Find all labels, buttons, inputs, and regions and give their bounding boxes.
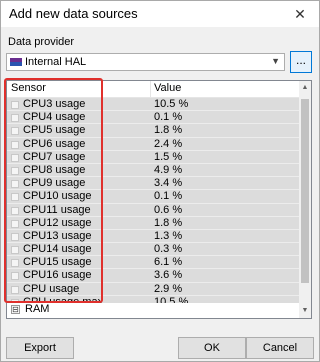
export-button[interactable]: Export [6, 337, 74, 359]
sensor-value: 1.5 % [154, 150, 183, 163]
ram-group-row[interactable]: ⊟ RAM [7, 303, 299, 317]
browse-provider-button[interactable]: ... [290, 51, 312, 73]
ok-button[interactable]: OK [178, 337, 246, 359]
sensor-value: 10.5 % [154, 98, 189, 110]
sensor-value: 0.1 % [154, 111, 183, 124]
data-provider-dropdown[interactable]: Internal HAL ▼ [6, 53, 285, 71]
close-button[interactable]: ✕ [283, 1, 317, 27]
add-data-sources-dialog: Add new data sources ✕ Data provider Int… [0, 0, 320, 362]
column-header-value[interactable]: Value [154, 82, 181, 94]
data-provider-value: Internal HAL [25, 56, 87, 68]
provider-icon [10, 58, 22, 66]
scroll-thumb[interactable] [301, 99, 309, 283]
column-divider[interactable] [150, 81, 151, 97]
chevron-down-icon: ▼ [271, 56, 280, 66]
sensor-value: 1.3 % [154, 229, 183, 242]
collapse-icon[interactable]: ⊟ [11, 305, 20, 314]
highlight-annotation-box [4, 78, 103, 303]
sensor-value: 4.9 % [154, 163, 183, 176]
sensor-value: 2.4 % [154, 137, 183, 150]
sensor-value: 1.8 % [154, 124, 183, 137]
scroll-up-icon[interactable]: ▲ [299, 81, 311, 95]
ram-group-label: RAM [25, 303, 50, 315]
sensor-value: 6.1 % [154, 256, 183, 269]
vertical-scrollbar[interactable]: ▲ ▼ [299, 81, 311, 318]
scroll-down-icon[interactable]: ▼ [299, 304, 311, 318]
data-provider-label: Data provider [8, 36, 75, 48]
sensor-value: 0.1 % [154, 190, 183, 203]
sensor-value: 3.4 % [154, 177, 183, 190]
sensor-value: 0.3 % [154, 243, 183, 256]
sensor-value: 1.8 % [154, 216, 183, 229]
cancel-button[interactable]: Cancel [246, 337, 314, 359]
dialog-title: Add new data sources [9, 6, 138, 21]
sensor-value: 0.6 % [154, 203, 183, 216]
sensor-value: 3.6 % [154, 269, 183, 282]
title-bar: Add new data sources ✕ [1, 1, 319, 27]
sensor-value: 2.9 % [154, 282, 183, 295]
